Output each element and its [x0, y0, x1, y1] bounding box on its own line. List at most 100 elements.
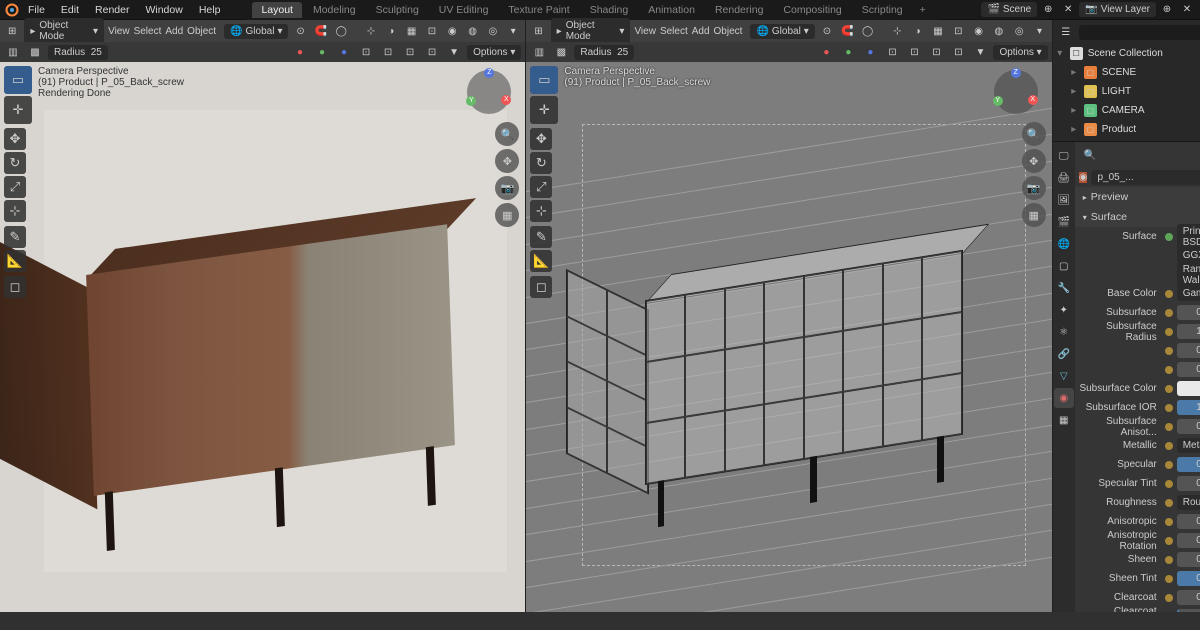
tool-addcube[interactable]: ◻ — [530, 276, 552, 298]
outliner-type-icon[interactable]: ☰ — [1057, 23, 1075, 41]
outliner-item[interactable]: ▸▢Product👁📷 — [1053, 120, 1200, 139]
tab-scene[interactable]: 🎬 — [1054, 212, 1074, 232]
shading-matprev-icon[interactable]: ◍ — [991, 22, 1007, 40]
linked-input[interactable]: Roughness — [1177, 495, 1200, 510]
nav-zoom-icon[interactable]: 🔍 — [495, 122, 519, 146]
overlay-toggle-icon[interactable]: ◑ — [910, 22, 926, 40]
scene-selector[interactable]: 🎬Scene — [981, 2, 1037, 17]
menu-add[interactable]: Add — [692, 26, 710, 37]
menu-object[interactable]: Object — [187, 26, 216, 37]
workspace-add-button[interactable]: + — [914, 2, 932, 18]
menu-file[interactable]: File — [20, 4, 53, 16]
panel-preview[interactable]: ▸Preview — [1075, 187, 1200, 207]
menu-edit[interactable]: Edit — [53, 4, 87, 16]
tool-scale[interactable]: ⤢ — [4, 176, 26, 198]
radius-field[interactable]: Radius 25 — [48, 45, 108, 60]
shading-matprev-icon[interactable]: ◍ — [464, 22, 480, 40]
viewlayer-selector[interactable]: 📷View Layer — [1079, 2, 1156, 17]
axis-y-icon[interactable]: ● — [313, 43, 331, 61]
nav-gizmo[interactable]: XYZ — [467, 70, 511, 114]
linked-input[interactable]: Metallic — [1177, 438, 1200, 453]
shading-solid-icon[interactable]: ◉ — [970, 22, 986, 40]
tab-viewlayer[interactable]: 🖼 — [1054, 190, 1074, 210]
number-field[interactable]: 1.400 — [1177, 400, 1200, 415]
outliner-item[interactable]: ▸▢CAMERA👁📷 — [1053, 101, 1200, 120]
workspace-tab-rendering[interactable]: Rendering — [706, 2, 772, 18]
nav-persp-icon[interactable]: ▦ — [495, 203, 519, 227]
workspace-tab-texture-paint[interactable]: Texture Paint — [499, 2, 578, 18]
axis-x-icon[interactable]: ● — [291, 43, 309, 61]
shading-render-icon[interactable]: ◎ — [1011, 22, 1027, 40]
nav-persp-icon[interactable]: ▦ — [1022, 203, 1046, 227]
proportional-icon[interactable]: ◯ — [859, 22, 875, 40]
axis-y-icon[interactable]: ● — [839, 43, 857, 61]
outliner-search-input[interactable] — [1079, 25, 1200, 40]
tool-cursor[interactable]: ✛ — [4, 96, 32, 124]
workspace-tab-sculpting[interactable]: Sculpting — [367, 2, 428, 18]
number-field[interactable]: 0.100 — [1177, 362, 1200, 377]
options-button[interactable]: Options ▾ — [993, 45, 1047, 60]
scene-new-icon[interactable]: ⊕ — [1039, 1, 1057, 19]
workspace-tab-animation[interactable]: Animation — [639, 2, 704, 18]
xray-icon[interactable]: ▦ — [930, 22, 946, 40]
overlay-toggle-icon[interactable]: ◑ — [383, 22, 399, 40]
tab-modifier[interactable]: 🔧 — [1054, 278, 1074, 298]
pivot-icon[interactable]: ⊙ — [292, 22, 308, 40]
tool-measure[interactable]: 📐 — [4, 250, 26, 272]
falloff-icon[interactable]: ▩ — [552, 43, 570, 61]
menu-render[interactable]: Render — [87, 4, 137, 16]
shading-dropdown-icon[interactable]: ▾ — [1031, 22, 1047, 40]
axis-z-icon[interactable]: ● — [335, 43, 353, 61]
number-field[interactable]: 0.000 — [1177, 533, 1200, 548]
workspace-tab-uv-editing[interactable]: UV Editing — [430, 2, 498, 18]
linked-input[interactable]: Gamma — [1177, 286, 1200, 301]
xray-icon[interactable]: ▦ — [403, 22, 419, 40]
color-swatch[interactable] — [1177, 381, 1200, 396]
number-field[interactable]: 0.030 — [1177, 609, 1200, 612]
search-icon[interactable]: 🔍 — [1081, 146, 1099, 164]
axis-x-icon[interactable]: ● — [817, 43, 835, 61]
gizmo-toggle-icon[interactable]: ⊹ — [363, 22, 379, 40]
axis-z-icon[interactable]: ● — [861, 43, 879, 61]
tool-move[interactable]: ✥ — [4, 128, 26, 150]
tool-rotate[interactable]: ↻ — [530, 152, 552, 174]
viewlayer-del-icon[interactable]: ✕ — [1178, 1, 1196, 19]
tab-mesh[interactable]: ▽ — [1054, 366, 1074, 386]
shading-solid-icon[interactable]: ◉ — [444, 22, 460, 40]
nav-camera-icon[interactable]: 📷 — [1022, 176, 1046, 200]
workspace-tab-scripting[interactable]: Scripting — [853, 2, 912, 18]
mode-selector[interactable]: ▸Object Mode▾ — [551, 18, 631, 44]
material-slot[interactable]: p_05_... — [1091, 170, 1200, 185]
tab-particle[interactable]: ✦ — [1054, 300, 1074, 320]
workspace-tab-modeling[interactable]: Modeling — [304, 2, 365, 18]
workspace-tab-compositing[interactable]: Compositing — [774, 2, 850, 18]
menu-view[interactable]: View — [108, 26, 130, 37]
tab-world[interactable]: 🌐 — [1054, 234, 1074, 254]
menu-view[interactable]: View — [634, 26, 656, 37]
outliner-root[interactable]: ▾☐Scene Collection — [1053, 44, 1200, 63]
workspace-tab-layout[interactable]: Layout — [252, 2, 302, 18]
options-button[interactable]: Options ▾ — [467, 45, 521, 60]
opt-icon-2[interactable]: ⊡ — [379, 43, 397, 61]
number-field[interactable]: 0.000 — [1177, 476, 1200, 491]
number-field[interactable]: 0.000 — [1177, 514, 1200, 529]
nav-pan-icon[interactable]: ✥ — [495, 149, 519, 173]
nav-zoom-icon[interactable]: 🔍 — [1022, 122, 1046, 146]
menu-select[interactable]: Select — [134, 26, 162, 37]
tab-material[interactable]: ◉ — [1054, 388, 1074, 408]
number-field[interactable]: 0.500 — [1177, 457, 1200, 472]
snap-icon[interactable]: 🧲 — [313, 22, 329, 40]
menu-add[interactable]: Add — [165, 26, 183, 37]
opt-icon-4[interactable]: ⊡ — [949, 43, 967, 61]
opt-icon-4[interactable]: ⊡ — [423, 43, 441, 61]
opt-icon-1[interactable]: ⊡ — [357, 43, 375, 61]
properties-body[interactable]: 🔍 ◉p_05_... ▸Preview ▾Surface SurfacePri… — [1075, 142, 1200, 612]
shading-wire-icon[interactable]: ⊡ — [424, 22, 440, 40]
tool-icon[interactable]: ▥ — [4, 43, 22, 61]
tool-rotate[interactable]: ↻ — [4, 152, 26, 174]
tab-physics[interactable]: ⚛ — [1054, 322, 1074, 342]
mode-selector[interactable]: ▸Object Mode▾ — [24, 18, 104, 44]
tab-texture[interactable]: ▦ — [1054, 410, 1074, 430]
opt-icon-2[interactable]: ⊡ — [905, 43, 923, 61]
nav-gizmo[interactable]: XYZ — [994, 70, 1038, 114]
